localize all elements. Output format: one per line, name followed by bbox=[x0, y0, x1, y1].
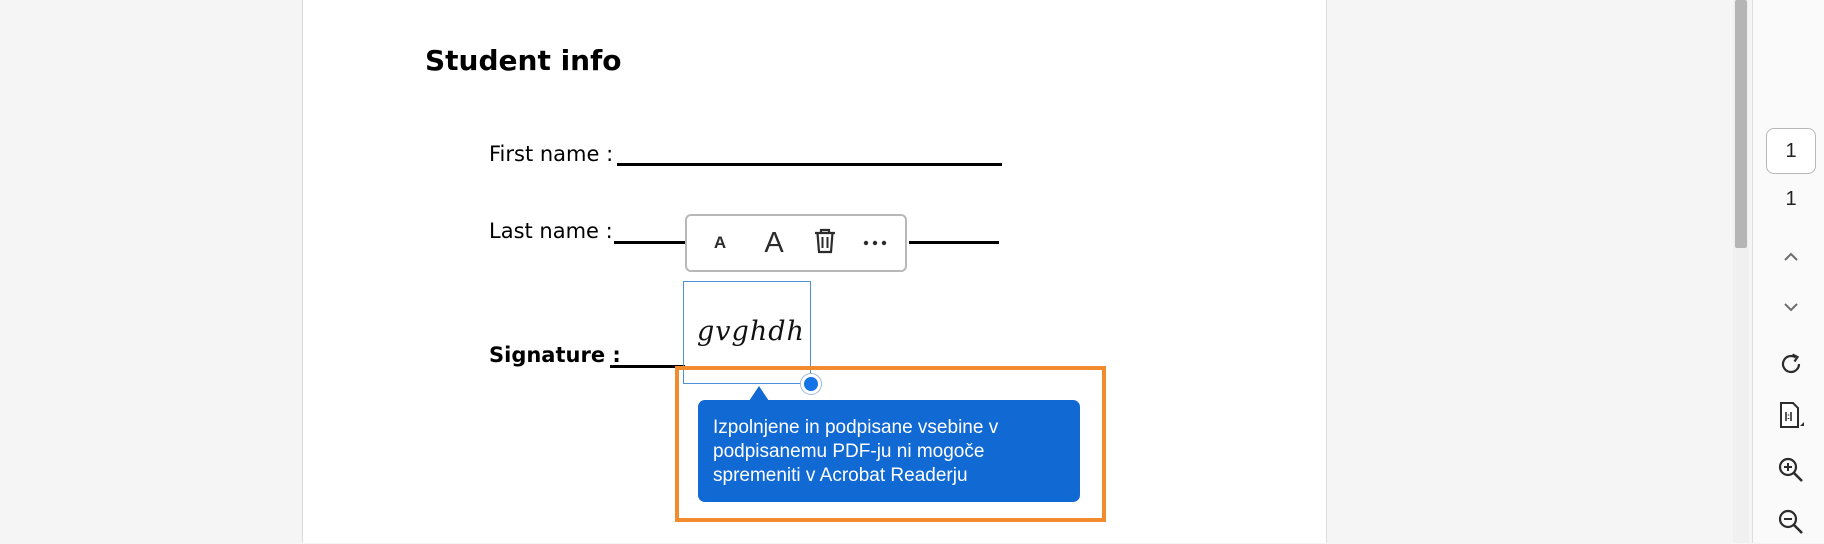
last-name-label: Last name : bbox=[489, 219, 613, 243]
tooltip-arrow bbox=[749, 386, 769, 401]
next-page-button[interactable] bbox=[1769, 289, 1813, 329]
more-horizontal-icon bbox=[862, 234, 888, 252]
page-number-input[interactable]: 1 bbox=[1766, 128, 1816, 174]
page-navigation-panel: 1 1 bbox=[1752, 0, 1824, 543]
info-tooltip: Izpolnjene in podpisane vsebine v podpis… bbox=[698, 400, 1080, 502]
fit-page-icon bbox=[1775, 400, 1807, 437]
total-pages: 1 bbox=[1785, 188, 1797, 210]
chevron-down-icon bbox=[1782, 300, 1800, 318]
chevron-up-icon bbox=[1782, 250, 1800, 268]
increase-text-size-button[interactable]: A bbox=[755, 216, 793, 270]
previous-page-button[interactable] bbox=[1769, 239, 1813, 279]
zoom-out-button[interactable] bbox=[1769, 504, 1813, 544]
vertical-scrollbar[interactable] bbox=[1733, 0, 1749, 543]
rotate-button[interactable] bbox=[1769, 346, 1813, 386]
fit-page-button[interactable] bbox=[1769, 398, 1813, 438]
trash-icon bbox=[812, 227, 838, 260]
rotate-icon bbox=[1778, 351, 1804, 382]
last-name-field-line-left[interactable] bbox=[614, 241, 686, 244]
last-name-field-line-right[interactable] bbox=[909, 241, 999, 244]
first-name-label: First name : bbox=[489, 142, 614, 166]
section-heading: Student info bbox=[425, 44, 622, 77]
delete-button[interactable] bbox=[805, 216, 845, 270]
decrease-text-size-button[interactable]: A bbox=[703, 216, 737, 270]
signature-value: gvghdh bbox=[697, 316, 805, 347]
more-options-button[interactable] bbox=[855, 216, 895, 270]
zoom-in-button[interactable] bbox=[1769, 452, 1813, 492]
scrollbar-thumb[interactable] bbox=[1735, 0, 1747, 248]
signature-label: Signature : bbox=[489, 343, 621, 367]
signature-toolbar: A A bbox=[685, 214, 907, 272]
first-name-field-line[interactable] bbox=[617, 163, 1002, 166]
zoom-out-icon bbox=[1777, 508, 1805, 541]
signature-field-line[interactable] bbox=[610, 365, 685, 368]
zoom-in-icon bbox=[1777, 456, 1805, 489]
